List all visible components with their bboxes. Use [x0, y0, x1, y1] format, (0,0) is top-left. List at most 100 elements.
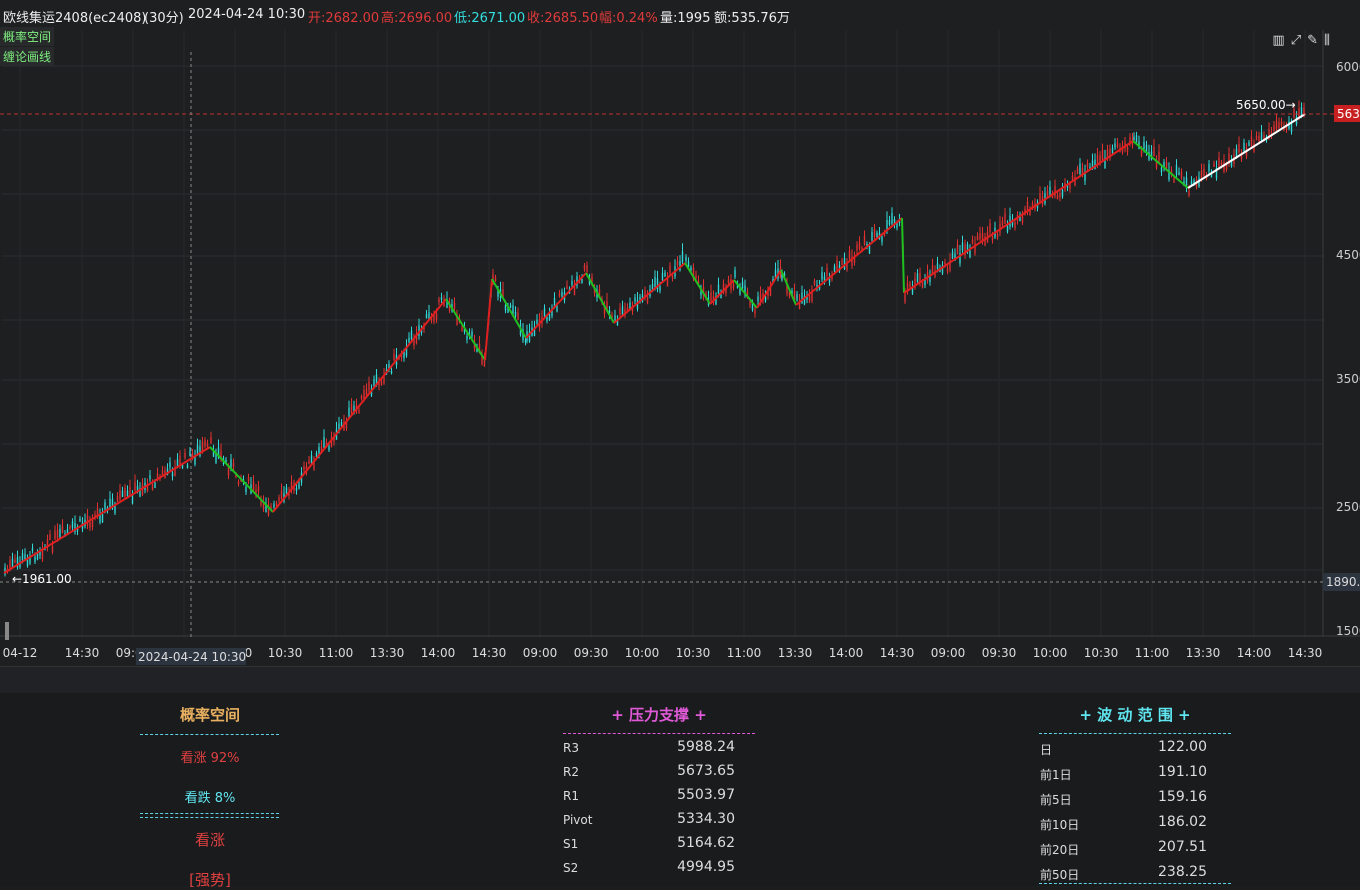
- y-tick-label: 1500: [1336, 624, 1360, 638]
- candle-body: [1133, 136, 1135, 141]
- kline-chart-panel[interactable]: 6000 4500 3500 2500 1500 04-12 14:30 09:00 09:30…: [0, 27, 1360, 666]
- amount-label: 额:535.76万: [714, 11, 790, 26]
- candle-body: [858, 242, 861, 249]
- candle-body: [681, 251, 684, 262]
- candle-body: [808, 295, 811, 301]
- x-tick-label: 13:30: [1186, 646, 1221, 660]
- chan-pen-segment: [901, 217, 905, 294]
- candle-body: [1223, 162, 1225, 172]
- candle-body: [614, 315, 616, 321]
- kline-chart[interactable]: 6000 4500 3500 2500 1500 04-12 14:30 09:00 09:30…: [0, 30, 1360, 666]
- candle-body: [295, 487, 298, 491]
- candle-body: [21, 553, 24, 561]
- candle-body: [1290, 123, 1293, 132]
- quote-header: 欧线集运2408(ec2408) (30分) 2024-04-24 10:30 …: [0, 0, 1360, 30]
- candle-body: [1021, 214, 1024, 223]
- candle-body: [1255, 135, 1258, 140]
- chan-pen-segment: [3, 446, 211, 574]
- prob-title: 概率空间: [179, 706, 240, 724]
- x-tick-label: 10:00: [625, 646, 660, 660]
- candle-body: [646, 296, 649, 304]
- candle-body: [796, 294, 798, 301]
- candle-body: [104, 502, 106, 510]
- candle-body: [888, 220, 891, 225]
- candle-body: [360, 395, 363, 399]
- crosshair-label: 2024-04-24 10:30: [138, 650, 246, 664]
- candle-body: [227, 467, 230, 476]
- x-tick-label: 09:00: [523, 646, 558, 660]
- pressure-divider: [563, 733, 755, 734]
- candle-body: [754, 309, 756, 315]
- candle-body: [14, 559, 16, 563]
- bar-chart-icon[interactable]: ▥: [1272, 33, 1284, 48]
- pressure-row-value: 5334.30: [677, 811, 735, 827]
- candle-body: [154, 482, 156, 488]
- candle-body: [101, 514, 104, 523]
- y-tick-label: 3500: [1336, 372, 1360, 386]
- candle-body: [34, 556, 36, 563]
- candle-body: [514, 311, 517, 317]
- candle-body: [1086, 163, 1089, 168]
- strength-text: [强势]: [189, 871, 231, 889]
- candle-body: [285, 487, 288, 495]
- chan-pen-segment: [903, 140, 1134, 294]
- candle-body: [1218, 157, 1220, 168]
- pressure-row-label: S2: [563, 861, 579, 875]
- candle-body: [1061, 189, 1064, 197]
- candle-body: [51, 545, 54, 553]
- pressure-row-value: 5673.65: [677, 763, 735, 779]
- candle-body: [659, 286, 661, 291]
- edit-icon[interactable]: ✎: [1307, 33, 1318, 48]
- candle-body: [358, 410, 360, 414]
- pressure-title: + 压力支撑 +: [611, 706, 707, 724]
- candle-body: [1188, 190, 1190, 196]
- candle-body: [252, 481, 255, 491]
- x-tick-label: 13:30: [778, 646, 813, 660]
- candle-body: [121, 491, 124, 497]
- candle-body: [996, 234, 999, 238]
- range-row-value: 207.51: [1158, 839, 1207, 855]
- datetime-label: 2024-04-24 10:30: [188, 7, 306, 22]
- candle-body: [586, 265, 588, 273]
- candle-body: [856, 244, 858, 251]
- candle-body: [944, 261, 946, 265]
- expand-icon[interactable]: ⤢: [1291, 33, 1301, 48]
- candle-body: [350, 403, 353, 413]
- candle-body: [494, 276, 497, 282]
- candle-body: [936, 263, 939, 270]
- chan-pen-segment: [780, 269, 797, 306]
- candle-body: [1101, 149, 1104, 161]
- candlestick-icon[interactable]: ⫼: [1324, 33, 1330, 48]
- candle-body: [1091, 160, 1094, 168]
- period-label: (30分): [144, 11, 184, 26]
- candle-body: [189, 450, 191, 457]
- candle-body: [1001, 220, 1004, 226]
- pressure-row-value: 4994.95: [677, 859, 735, 875]
- bearish-probability: 看跌 8%: [184, 791, 236, 806]
- candle-body: [1213, 163, 1215, 168]
- pressure-row-value: 5164.62: [677, 835, 735, 851]
- candle-body: [61, 525, 64, 533]
- candle-body: [116, 496, 119, 503]
- y-tick-label: 2500: [1336, 500, 1360, 514]
- candle-body: [868, 245, 871, 254]
- low-annotation: ←1961.00: [12, 572, 72, 586]
- bullish-probability: 看涨 92%: [180, 751, 240, 766]
- candle-body: [89, 521, 91, 528]
- candle-body: [461, 327, 463, 332]
- prob-space-tag[interactable]: 概率空间: [0, 27, 55, 46]
- pressure-row-value: 5503.97: [677, 787, 735, 803]
- candle-body: [1081, 167, 1084, 174]
- candle-body: [184, 452, 186, 458]
- x-tick-label: 13:30: [370, 646, 405, 660]
- candle-body: [676, 261, 679, 266]
- y-tick-label: 4500: [1336, 248, 1360, 262]
- candle-body: [310, 455, 313, 464]
- candle-body: [1014, 222, 1016, 229]
- candle-body: [710, 291, 712, 301]
- candle-body: [717, 284, 720, 295]
- x-tick-label: 14:30: [1288, 646, 1323, 660]
- chan-lines-tag[interactable]: 缠论画线: [0, 47, 55, 66]
- candle-body: [989, 223, 991, 233]
- candle-body: [661, 272, 664, 281]
